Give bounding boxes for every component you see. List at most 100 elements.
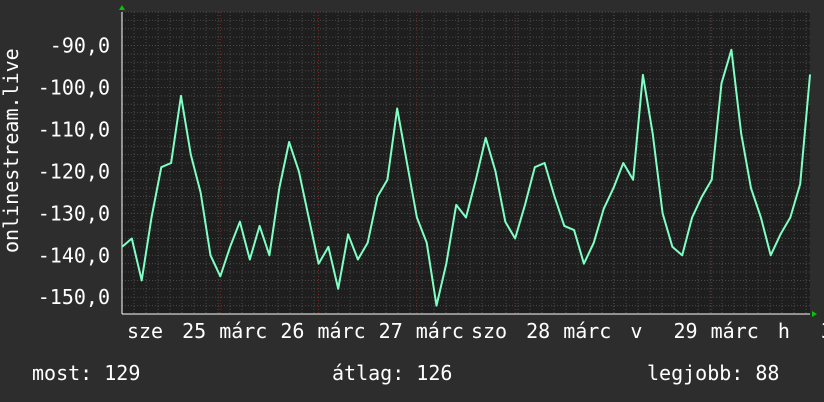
data-point <box>278 187 281 189</box>
data-point <box>239 220 241 223</box>
data-point <box>514 237 516 240</box>
data-point <box>779 233 782 236</box>
data-point <box>435 304 438 307</box>
data-point <box>651 132 654 135</box>
y-axis-arrow-icon <box>119 5 125 10</box>
data-point <box>740 132 742 135</box>
data-point <box>140 279 143 282</box>
data-point <box>327 246 330 248</box>
stat-now-value: 129 <box>104 361 141 385</box>
data-point <box>150 216 153 219</box>
stat-best-value: 88 <box>755 361 780 385</box>
data-point <box>701 195 703 198</box>
y-tick-label: -140,0 <box>38 243 110 267</box>
data-point <box>602 208 605 210</box>
data-point <box>504 220 507 223</box>
data-point <box>592 241 595 244</box>
data-point <box>160 166 163 168</box>
y-tick-label: -100,0 <box>38 76 110 100</box>
data-point <box>406 162 408 164</box>
x-tick-label: 27 <box>379 319 403 343</box>
data-point <box>445 262 448 265</box>
x-tick-label: márc <box>317 319 365 343</box>
data-point <box>229 246 231 248</box>
data-point <box>799 183 801 185</box>
data-point <box>416 216 418 219</box>
data-point <box>366 241 369 244</box>
x-tick-label: márc <box>219 319 267 343</box>
data-point <box>809 74 811 76</box>
data-point <box>720 82 723 85</box>
y-tick-label: -150,0 <box>38 285 110 309</box>
data-point <box>219 275 222 278</box>
x-tick-label: h <box>778 319 790 343</box>
data-point <box>288 141 290 143</box>
data-point <box>484 137 487 139</box>
y-tick-label: -120,0 <box>38 159 110 183</box>
data-point <box>730 48 733 51</box>
plot-area <box>122 12 810 314</box>
data-point <box>376 195 379 198</box>
x-tick-label: v <box>630 319 642 343</box>
x-tick-label: szo <box>471 319 507 343</box>
data-point <box>396 107 399 110</box>
y-tick-label: -90,0 <box>50 34 110 58</box>
data-point <box>543 162 546 164</box>
data-point <box>583 262 585 265</box>
data-point <box>553 195 556 198</box>
data-point <box>307 216 310 219</box>
data-point <box>681 254 684 257</box>
y-axis-label: onlinestream.live <box>0 48 23 253</box>
data-point <box>121 246 123 248</box>
data-point <box>642 74 644 76</box>
data-point <box>425 241 428 244</box>
stat-average-label: átlag: <box>332 361 405 385</box>
data-point <box>760 216 762 219</box>
data-point <box>573 229 575 231</box>
data-point <box>317 262 320 265</box>
x-tick-label: 28 <box>526 319 550 343</box>
data-point <box>612 187 615 189</box>
data-point <box>691 216 693 219</box>
data-point <box>357 258 359 261</box>
data-point <box>170 162 172 164</box>
stat-best: legjobb: 88 <box>647 361 779 385</box>
data-point <box>465 216 467 219</box>
data-point <box>455 204 457 206</box>
data-point <box>563 225 566 227</box>
stat-now-label: most: <box>32 361 93 385</box>
x-tick-label: márc <box>711 319 759 343</box>
line-chart: -150,0 -140,0 -130,0 -120,0 -110,0 -100,0 -90,… <box>38 5 824 343</box>
data-point <box>131 237 133 240</box>
x-tick-label: sze <box>127 319 163 343</box>
stat-best-label: legjobb: <box>647 361 744 385</box>
stat-average-value: 126 <box>416 361 453 385</box>
data-point <box>475 178 477 181</box>
stat-now: most: 129 <box>32 361 140 385</box>
data-point <box>769 254 772 257</box>
data-point <box>750 187 752 189</box>
x-tick-label: 25 <box>182 319 206 343</box>
data-point <box>347 233 349 236</box>
data-point <box>524 204 526 206</box>
data-point <box>534 166 536 168</box>
data-point <box>622 162 625 164</box>
x-tick-label: márc <box>416 319 464 343</box>
stat-average: átlag: 126 <box>332 361 452 385</box>
stats-bar: most: 129 átlag: 126 legjobb: 88 <box>0 361 824 389</box>
data-point <box>199 191 202 194</box>
data-point <box>789 216 792 219</box>
data-point <box>671 246 674 248</box>
data-point <box>268 254 271 257</box>
data-point <box>258 225 261 227</box>
x-tick-label: márc <box>563 319 611 343</box>
data-point <box>298 170 300 173</box>
data-point <box>710 178 713 181</box>
data-point <box>248 258 251 261</box>
y-tick-label: -130,0 <box>38 201 110 225</box>
x-tick-label: 26 <box>280 319 304 343</box>
data-point <box>180 95 182 97</box>
data-point <box>209 254 212 257</box>
x-axis-arrow-icon <box>812 311 817 317</box>
data-point <box>632 178 634 181</box>
